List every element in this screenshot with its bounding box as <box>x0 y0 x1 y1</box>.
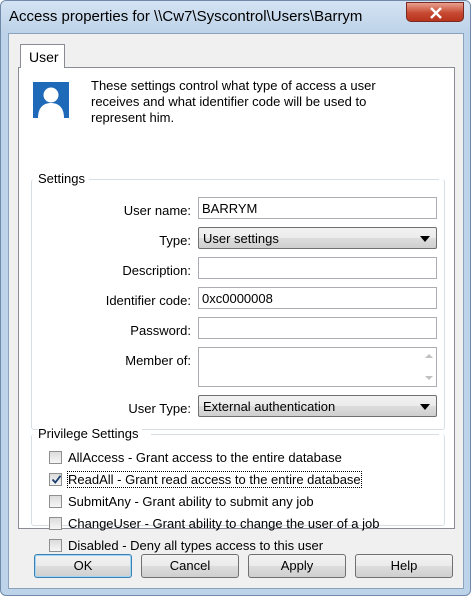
title-bar[interactable]: Access properties for \\Cw7\Syscontrol\U… <box>1 1 470 33</box>
submitany-label: SubmitAny - Grant ability to submit any … <box>68 494 314 509</box>
member-of-field[interactable] <box>198 347 437 387</box>
chevron-down-icon <box>420 236 430 242</box>
readall-checkbox[interactable] <box>49 473 62 486</box>
user-type-label: User Type: <box>128 401 191 416</box>
disabled-checkbox[interactable] <box>49 539 62 552</box>
user-type-dropdown-value: External authentication <box>203 399 336 414</box>
identifier-code-label: Identifier code: <box>105 293 191 308</box>
type-label: Type: <box>159 233 191 248</box>
chevron-down-icon <box>420 404 430 410</box>
password-field[interactable] <box>198 317 437 339</box>
user-name-label: User name: <box>123 203 191 218</box>
user-icon <box>33 82 69 118</box>
tab-user[interactable]: User <box>20 44 65 68</box>
user-tab-panel: These settings control what type of acce… <box>18 67 455 553</box>
type-dropdown[interactable]: User settings <box>198 227 437 249</box>
allaccess-label: AllAccess - Grant access to the entire d… <box>68 450 342 465</box>
user-name-field[interactable]: BARRYM <box>198 197 437 219</box>
disabled-label: Disabled - Deny all types access to this… <box>68 538 324 553</box>
changeuser-checkbox[interactable] <box>49 517 62 530</box>
changeuser-label: ChangeUser - Grant ability to change the… <box>68 516 380 531</box>
description-field[interactable] <box>198 257 437 279</box>
readall-label: ReadAll - Grant read access to the entir… <box>67 471 362 488</box>
submitany-checkbox[interactable] <box>49 495 62 508</box>
description-label: Description: <box>122 263 191 278</box>
type-dropdown-value: User settings <box>203 231 279 246</box>
intro-text: These settings control what type of acce… <box>91 78 376 125</box>
window-title: Access properties for \\Cw7\Syscontrol\U… <box>9 8 363 25</box>
allaccess-checkbox[interactable] <box>49 451 62 464</box>
help-button[interactable]: Help <box>355 554 453 578</box>
ok-button[interactable]: OK <box>34 554 132 578</box>
password-label: Password: <box>130 323 191 338</box>
identifier-code-field[interactable]: 0xc0000008 <box>198 287 437 309</box>
dialog-client-area: User These settings control what type of… <box>8 33 464 589</box>
scroll-up-icon[interactable] <box>425 354 433 358</box>
tab-user-label: User <box>29 49 59 65</box>
close-button[interactable] <box>406 2 464 22</box>
member-of-label: Member of: <box>125 353 191 368</box>
cancel-button[interactable]: Cancel <box>141 554 239 578</box>
user-type-dropdown[interactable]: External authentication <box>198 395 437 417</box>
checkmark-icon <box>51 475 62 484</box>
dialog-window: Access properties for \\Cw7\Syscontrol\U… <box>0 0 471 596</box>
scroll-down-icon[interactable] <box>425 376 433 380</box>
close-icon <box>430 7 442 19</box>
apply-button[interactable]: Apply <box>248 554 346 578</box>
